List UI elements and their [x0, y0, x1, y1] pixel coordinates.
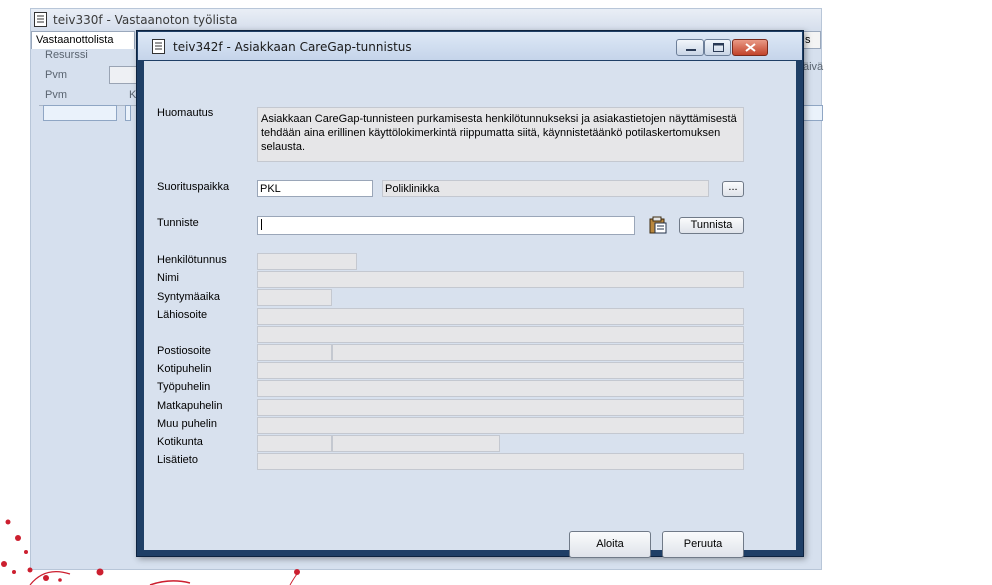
muu-puhelin-label: Muu puhelin [157, 418, 217, 430]
aloita-button[interactable]: Aloita [569, 531, 651, 558]
lahiosoite-field [257, 308, 744, 325]
dialog-body: Huomautus Asiakkaan CareGap-tunnisteen p… [144, 61, 796, 558]
suorituspaikka-name-value: Poliklinikka [385, 183, 440, 195]
syntymaaika-field [257, 289, 332, 306]
close-icon [745, 43, 756, 52]
kotikunta-name-field [332, 435, 500, 452]
document-icon [34, 12, 47, 27]
suorituspaikka-label: Suorituspaikka [157, 181, 230, 193]
background-button[interactable] [109, 66, 137, 84]
tunnista-button[interactable]: Tunnista [679, 217, 744, 234]
background-field[interactable] [43, 105, 117, 121]
tyopuhelin-label: Työpuhelin [157, 381, 211, 393]
background-window-title: teiv330f - Vastaanoton työlista [53, 13, 238, 27]
matkapuhelin-field [257, 399, 744, 416]
suorituspaikka-code-field[interactable]: PKL [257, 180, 373, 197]
maximize-icon [713, 43, 724, 52]
pvm-label: Pvm [45, 69, 67, 81]
browse-button[interactable]: ... [722, 181, 744, 197]
minimize-button[interactable] [676, 39, 704, 56]
background-field[interactable] [125, 105, 131, 121]
suorituspaikka-name-field: Poliklinikka [382, 180, 709, 197]
lahiosoite-label: Lähiosoite [157, 309, 208, 321]
lisatieto-label: Lisätieto [157, 454, 198, 466]
document-icon [152, 39, 165, 54]
close-button[interactable] [732, 39, 768, 56]
resurssi-label: Resurssi [45, 49, 88, 61]
minimize-icon [686, 49, 696, 51]
kotikunta-code-field [257, 435, 332, 452]
text-cursor [261, 219, 262, 230]
clipboard-paste-icon[interactable] [648, 216, 668, 234]
muu-puhelin-field [257, 417, 744, 434]
lisatieto-field [257, 453, 744, 470]
matkapuhelin-label: Matkapuhelin [157, 400, 223, 412]
tyopuhelin-field [257, 380, 744, 397]
dialog-titlebar[interactable]: teiv342f - Asiakkaan CareGap-tunnistus [138, 32, 802, 60]
dialog-title: teiv342f - Asiakkaan CareGap-tunnistus [173, 40, 412, 54]
background-titlebar: teiv330f - Vastaanoton työlista [31, 9, 821, 31]
postiosoite-label: Postiosoite [157, 345, 211, 357]
nimi-label: Nimi [157, 272, 179, 284]
suorituspaikka-code-value: PKL [260, 183, 281, 195]
tab-right[interactable]: s [801, 31, 821, 49]
maximize-button[interactable] [704, 39, 731, 56]
lahiosoite-field-2 [257, 326, 744, 343]
postitoimipaikka-field [332, 344, 744, 361]
nimi-field [257, 271, 744, 288]
side-text: äivä [803, 61, 824, 73]
henkilotunnus-field [257, 253, 357, 270]
tunniste-label: Tunniste [157, 217, 199, 229]
background-field[interactable] [803, 105, 823, 121]
tab-vastaanottolista[interactable]: Vastaanottolista [31, 31, 135, 49]
huomautus-label: Huomautus [157, 107, 214, 119]
kotikunta-label: Kotikunta [157, 436, 203, 448]
column-pvm[interactable]: Pvm [45, 89, 67, 101]
postinumero-field [257, 344, 332, 361]
kotipuhelin-label: Kotipuhelin [157, 363, 212, 375]
tunniste-input[interactable] [257, 216, 635, 235]
peruuta-button[interactable]: Peruuta [662, 531, 744, 558]
huomautus-text: Asiakkaan CareGap-tunnisteen purkamisest… [257, 107, 744, 162]
caregap-dialog: teiv342f - Asiakkaan CareGap-tunnistus H… [136, 30, 804, 558]
kotipuhelin-field [257, 362, 744, 379]
syntymaaika-label: Syntymäaika [157, 291, 220, 303]
henkilotunnus-label: Henkilötunnus [157, 254, 227, 266]
